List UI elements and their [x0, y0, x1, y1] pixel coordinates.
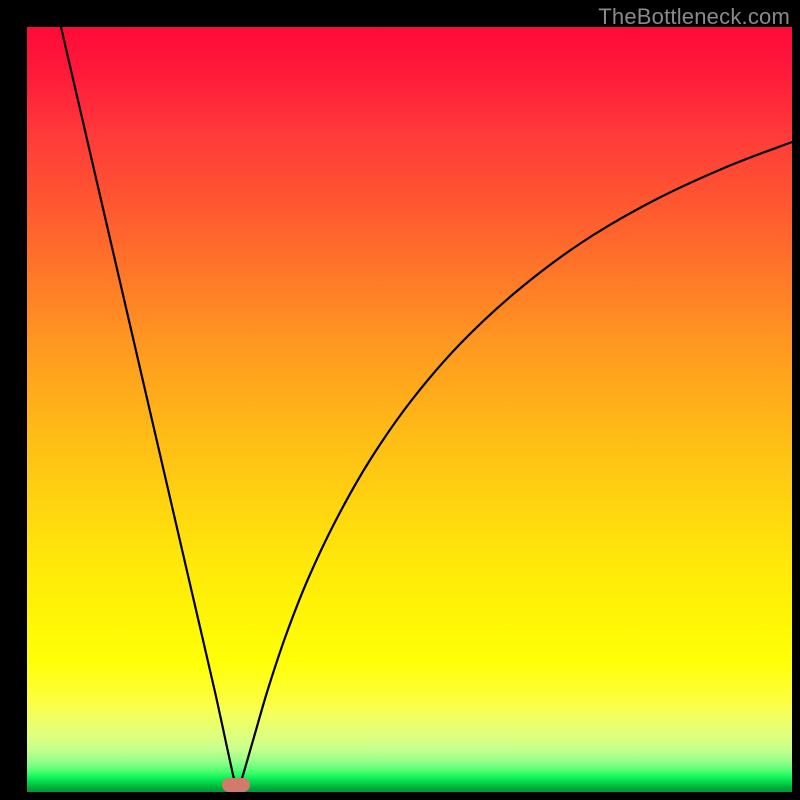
curve-path [61, 27, 792, 789]
watermark-text: TheBottleneck.com [598, 4, 790, 30]
bottleneck-curve [27, 27, 792, 792]
chart-frame: TheBottleneck.com [0, 0, 800, 800]
optimal-marker [222, 778, 250, 792]
